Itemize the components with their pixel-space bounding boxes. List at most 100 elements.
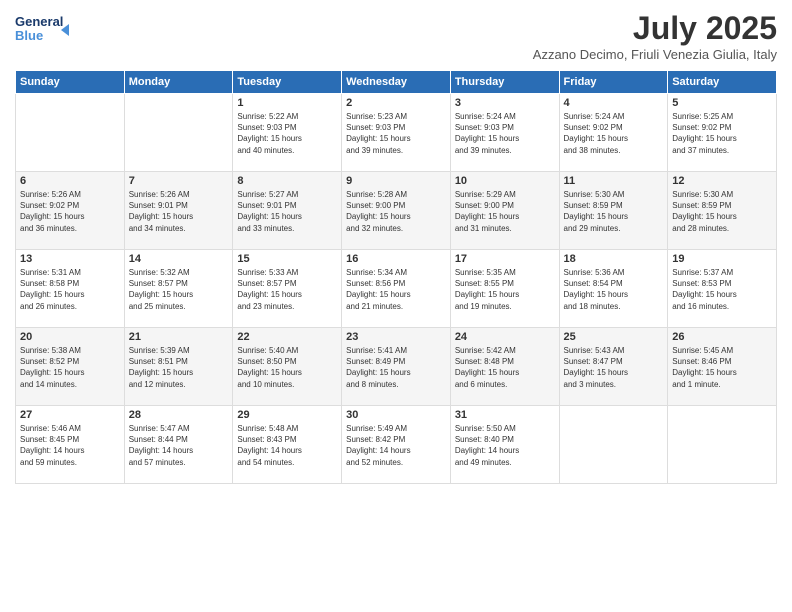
- calendar-cell: 21 Sunrise: 5:39 AM Sunset: 8:51 PM Dayli…: [124, 328, 233, 406]
- calendar-cell: 16 Sunrise: 5:34 AM Sunset: 8:56 PM Dayli…: [342, 250, 451, 328]
- location-subtitle: Azzano Decimo, Friuli Venezia Giulia, It…: [533, 47, 777, 62]
- day-number: 2: [346, 97, 446, 109]
- day-info: Sunrise: 5:35 AM Sunset: 8:55 PM Dayligh…: [455, 267, 555, 312]
- day-number: 7: [129, 175, 229, 187]
- day-info: Sunrise: 5:31 AM Sunset: 8:58 PM Dayligh…: [20, 267, 120, 312]
- day-info: Sunrise: 5:23 AM Sunset: 9:03 PM Dayligh…: [346, 111, 446, 156]
- calendar-cell: [16, 94, 125, 172]
- calendar-cell: 30Sunrise: 5:49 AM Sunset: 8:42 PM Dayli…: [342, 406, 451, 484]
- day-info: Sunrise: 5:41 AM Sunset: 8:49 PM Dayligh…: [346, 345, 446, 390]
- calendar-cell: 11 Sunrise: 5:30 AM Sunset: 8:59 PM Dayli…: [559, 172, 668, 250]
- calendar-cell: 27Sunrise: 5:46 AM Sunset: 8:45 PM Dayli…: [16, 406, 125, 484]
- day-info: Sunrise: 5:36 AM Sunset: 8:54 PM Dayligh…: [564, 267, 664, 312]
- day-info: Sunrise: 5:34 AM Sunset: 8:56 PM Dayligh…: [346, 267, 446, 312]
- calendar-cell: 2 Sunrise: 5:23 AM Sunset: 9:03 PM Daylig…: [342, 94, 451, 172]
- day-number: 18: [564, 253, 664, 265]
- title-area: July 2025 Azzano Decimo, Friuli Venezia …: [533, 10, 777, 62]
- weekday-header-friday: Friday: [559, 71, 668, 94]
- day-number: 13: [20, 253, 120, 265]
- day-number: 5: [672, 97, 772, 109]
- calendar-cell: 29Sunrise: 5:48 AM Sunset: 8:43 PM Dayli…: [233, 406, 342, 484]
- day-number: 6: [20, 175, 120, 187]
- day-number: 23: [346, 331, 446, 343]
- day-info: Sunrise: 5:45 AM Sunset: 8:46 PM Dayligh…: [672, 345, 772, 390]
- calendar-cell: 28Sunrise: 5:47 AM Sunset: 8:44 PM Dayli…: [124, 406, 233, 484]
- day-info: Sunrise: 5:38 AM Sunset: 8:52 PM Dayligh…: [20, 345, 120, 390]
- calendar-cell: 5 Sunrise: 5:25 AM Sunset: 9:02 PM Daylig…: [668, 94, 777, 172]
- calendar-cell: 24 Sunrise: 5:42 AM Sunset: 8:48 PM Dayli…: [450, 328, 559, 406]
- calendar-cell: 19 Sunrise: 5:37 AM Sunset: 8:53 PM Dayli…: [668, 250, 777, 328]
- weekday-header-wednesday: Wednesday: [342, 71, 451, 94]
- weekday-header-tuesday: Tuesday: [233, 71, 342, 94]
- day-number: 4: [564, 97, 664, 109]
- day-info: Sunrise: 5:40 AM Sunset: 8:50 PM Dayligh…: [237, 345, 337, 390]
- day-info: Sunrise: 5:22 AM Sunset: 9:03 PM Dayligh…: [237, 111, 337, 156]
- calendar-cell: 15 Sunrise: 5:33 AM Sunset: 8:57 PM Dayli…: [233, 250, 342, 328]
- day-info: Sunrise: 5:37 AM Sunset: 8:53 PM Dayligh…: [672, 267, 772, 312]
- day-number: 20: [20, 331, 120, 343]
- day-info: Sunrise: 5:27 AM Sunset: 9:01 PM Dayligh…: [237, 189, 337, 234]
- calendar-cell: 1 Sunrise: 5:22 AM Sunset: 9:03 PM Daylig…: [233, 94, 342, 172]
- logo-icon: General Blue: [15, 10, 70, 48]
- calendar-cell: 14 Sunrise: 5:32 AM Sunset: 8:57 PM Dayli…: [124, 250, 233, 328]
- svg-text:Blue: Blue: [15, 28, 43, 43]
- logo: General Blue: [15, 10, 70, 53]
- day-info: Sunrise: 5:28 AM Sunset: 9:00 PM Dayligh…: [346, 189, 446, 234]
- day-number: 21: [129, 331, 229, 343]
- day-number: 3: [455, 97, 555, 109]
- day-number: 1: [237, 97, 337, 109]
- calendar-cell: [124, 94, 233, 172]
- calendar-cell: 8 Sunrise: 5:27 AM Sunset: 9:01 PM Daylig…: [233, 172, 342, 250]
- day-info: Sunrise: 5:30 AM Sunset: 8:59 PM Dayligh…: [672, 189, 772, 234]
- day-info: Sunrise: 5:50 AM Sunset: 8:40 PM Dayligh…: [455, 423, 555, 468]
- day-number: 28: [129, 409, 229, 421]
- svg-text:General: General: [15, 14, 63, 29]
- day-info: Sunrise: 5:24 AM Sunset: 9:02 PM Dayligh…: [564, 111, 664, 156]
- day-info: Sunrise: 5:25 AM Sunset: 9:02 PM Dayligh…: [672, 111, 772, 156]
- day-info: Sunrise: 5:39 AM Sunset: 8:51 PM Dayligh…: [129, 345, 229, 390]
- header: General Blue July 2025 Azzano Decimo, Fr…: [15, 10, 777, 62]
- calendar-cell: 18 Sunrise: 5:36 AM Sunset: 8:54 PM Dayli…: [559, 250, 668, 328]
- day-number: 8: [237, 175, 337, 187]
- calendar-cell: 7Sunrise: 5:26 AM Sunset: 9:01 PM Daylig…: [124, 172, 233, 250]
- weekday-header-sunday: Sunday: [16, 71, 125, 94]
- day-number: 9: [346, 175, 446, 187]
- calendar-cell: 6 Sunrise: 5:26 AM Sunset: 9:02 PM Daylig…: [16, 172, 125, 250]
- day-info: Sunrise: 5:42 AM Sunset: 8:48 PM Dayligh…: [455, 345, 555, 390]
- day-number: 17: [455, 253, 555, 265]
- calendar-cell: 13 Sunrise: 5:31 AM Sunset: 8:58 PM Dayli…: [16, 250, 125, 328]
- calendar-cell: 12 Sunrise: 5:30 AM Sunset: 8:59 PM Dayli…: [668, 172, 777, 250]
- day-number: 14: [129, 253, 229, 265]
- calendar-cell: 25Sunrise: 5:43 AM Sunset: 8:47 PM Dayli…: [559, 328, 668, 406]
- day-info: Sunrise: 5:32 AM Sunset: 8:57 PM Dayligh…: [129, 267, 229, 312]
- day-number: 25: [564, 331, 664, 343]
- day-number: 12: [672, 175, 772, 187]
- day-info: Sunrise: 5:33 AM Sunset: 8:57 PM Dayligh…: [237, 267, 337, 312]
- weekday-header-thursday: Thursday: [450, 71, 559, 94]
- weekday-header-saturday: Saturday: [668, 71, 777, 94]
- day-info: Sunrise: 5:30 AM Sunset: 8:59 PM Dayligh…: [564, 189, 664, 234]
- day-number: 15: [237, 253, 337, 265]
- day-number: 27: [20, 409, 120, 421]
- calendar-cell: [559, 406, 668, 484]
- day-number: 29: [237, 409, 337, 421]
- calendar: SundayMondayTuesdayWednesdayThursdayFrid…: [15, 70, 777, 484]
- day-number: 11: [564, 175, 664, 187]
- day-number: 10: [455, 175, 555, 187]
- day-number: 26: [672, 331, 772, 343]
- day-info: Sunrise: 5:49 AM Sunset: 8:42 PM Dayligh…: [346, 423, 446, 468]
- day-info: Sunrise: 5:24 AM Sunset: 9:03 PM Dayligh…: [455, 111, 555, 156]
- calendar-cell: 3 Sunrise: 5:24 AM Sunset: 9:03 PM Daylig…: [450, 94, 559, 172]
- calendar-cell: 17 Sunrise: 5:35 AM Sunset: 8:55 PM Dayli…: [450, 250, 559, 328]
- day-number: 24: [455, 331, 555, 343]
- calendar-cell: [668, 406, 777, 484]
- day-info: Sunrise: 5:26 AM Sunset: 9:02 PM Dayligh…: [20, 189, 120, 234]
- day-number: 16: [346, 253, 446, 265]
- calendar-cell: 4 Sunrise: 5:24 AM Sunset: 9:02 PM Daylig…: [559, 94, 668, 172]
- day-info: Sunrise: 5:29 AM Sunset: 9:00 PM Dayligh…: [455, 189, 555, 234]
- calendar-cell: 23 Sunrise: 5:41 AM Sunset: 8:49 PM Dayli…: [342, 328, 451, 406]
- day-number: 19: [672, 253, 772, 265]
- calendar-cell: 31Sunrise: 5:50 AM Sunset: 8:40 PM Dayli…: [450, 406, 559, 484]
- calendar-cell: 20 Sunrise: 5:38 AM Sunset: 8:52 PM Dayli…: [16, 328, 125, 406]
- calendar-cell: 9 Sunrise: 5:28 AM Sunset: 9:00 PM Daylig…: [342, 172, 451, 250]
